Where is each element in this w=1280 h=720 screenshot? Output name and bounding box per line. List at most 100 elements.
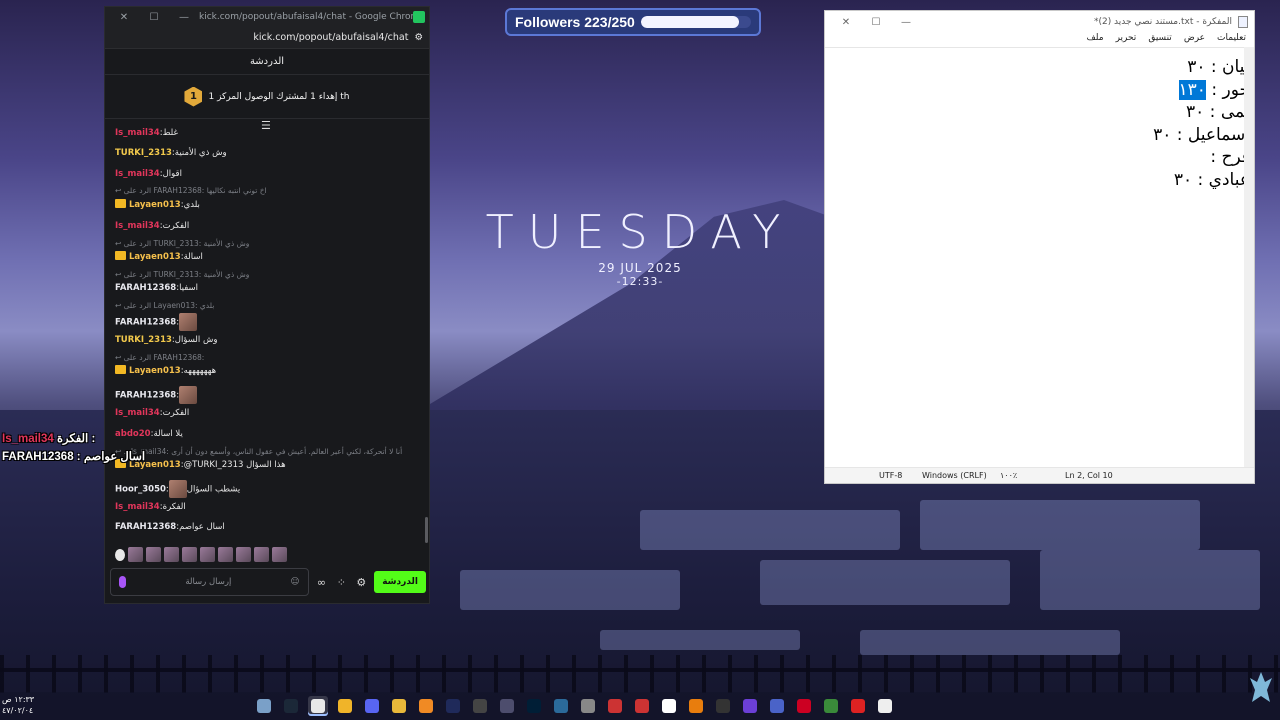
- chat-scrollbar[interactable]: [425, 517, 428, 543]
- chat-username[interactable]: Layaen013: [129, 366, 181, 376]
- url-text: kick.com/popout/abufaisal4/chat: [253, 32, 409, 43]
- chat-message-text: اقوال: [162, 169, 182, 179]
- emote-icon: [179, 386, 198, 404]
- app4-icon[interactable]: [767, 696, 787, 716]
- steam-icon[interactable]: [281, 696, 301, 716]
- chat-username[interactable]: TURKI_2313: [115, 148, 172, 158]
- obs-icon[interactable]: [497, 696, 517, 716]
- app2-icon[interactable]: [713, 696, 733, 716]
- chat-username[interactable]: TURKI_2313: [115, 335, 172, 345]
- send-chat-button[interactable]: الدردشة: [374, 571, 426, 593]
- emote-icon[interactable]: [164, 547, 179, 562]
- chat-message-text: وش ذي الأمنية: [174, 148, 227, 158]
- emote-icon[interactable]: [218, 547, 233, 562]
- chat-username[interactable]: Layaen013: [129, 200, 181, 210]
- minimize-icon[interactable]: —: [891, 17, 921, 28]
- taskbar-clock[interactable]: ١٢:٣٣ ص ٤٧/٠٢/٠٤: [2, 694, 34, 716]
- chat-username[interactable]: FARAH12368: [115, 522, 176, 532]
- menu-item[interactable]: تعليمات: [1217, 33, 1246, 47]
- minimize-icon[interactable]: —: [169, 12, 199, 23]
- microphone-icon[interactable]: [119, 576, 126, 588]
- emote-icon[interactable]: [200, 547, 215, 562]
- app8-icon[interactable]: [875, 696, 895, 716]
- settings-gear-icon[interactable]: ⚙: [354, 576, 368, 589]
- close-icon[interactable]: ✕: [831, 17, 861, 28]
- unity-icon[interactable]: [470, 696, 490, 716]
- app6-icon[interactable]: [821, 696, 841, 716]
- tool-icon[interactable]: [578, 696, 598, 716]
- emote-icon[interactable]: [182, 547, 197, 562]
- chat-username[interactable]: Hoor_3050: [115, 485, 166, 495]
- app4-icon-glyph: [770, 699, 784, 713]
- ps-icon[interactable]: [524, 696, 544, 716]
- file-icon-glyph: [257, 699, 271, 713]
- notepad-text-area[interactable]: ليان : ٣٠ حور : ١٣٠ لمى : ٣٠ اسماعيل : ٣٠ فر…: [825, 47, 1254, 467]
- encoding: UTF-8: [879, 471, 903, 480]
- followers-progress-bar: [640, 16, 751, 28]
- chat-message: Is_mail34:الفكرة: [115, 501, 186, 513]
- emoji-icon[interactable]: ☺: [291, 577, 300, 587]
- file-icon[interactable]: [254, 696, 274, 716]
- emote-icon[interactable]: [254, 547, 269, 562]
- chat-username[interactable]: Layaen013: [129, 252, 181, 262]
- emote-icon[interactable]: [146, 547, 161, 562]
- chat-username[interactable]: Is_mail34: [115, 502, 160, 512]
- maximize-icon[interactable]: ☐: [861, 17, 891, 28]
- chat-message: Layaen013:اسالة: [115, 251, 203, 263]
- chat-username[interactable]: FARAH12368: [115, 318, 176, 328]
- notepad-line: اسماعيل : ٣٠: [1153, 124, 1250, 145]
- vlc-icon[interactable]: [416, 696, 436, 716]
- chat-message: FARAH12368:اسفيا: [115, 282, 198, 294]
- chrome-icon[interactable]: [308, 696, 328, 716]
- menu-item[interactable]: ملف: [1086, 33, 1103, 47]
- notepad-line: لمى : ٣٠: [1186, 102, 1250, 122]
- chat-icon-glyph: [338, 699, 352, 713]
- chat-icon[interactable]: [335, 696, 355, 716]
- emote-icon[interactable]: [236, 547, 251, 562]
- crown-badge-icon: [115, 199, 126, 208]
- dots-icon[interactable]: ⁘: [334, 576, 348, 589]
- game-icon[interactable]: [605, 696, 625, 716]
- app5-icon[interactable]: [794, 696, 814, 716]
- maximize-icon[interactable]: ☐: [139, 12, 169, 23]
- chat-message: FARAH12368:اسال عواصم: [115, 521, 225, 533]
- chat-message: Is_mail34:اقوال: [115, 168, 182, 180]
- emote-icon[interactable]: [128, 547, 143, 562]
- address-bar[interactable]: kick.com/popout/abufaisal4/chat ⚙: [105, 27, 429, 49]
- notepad-icon: [1238, 16, 1248, 28]
- folder-icon[interactable]: [389, 696, 409, 716]
- chat-username[interactable]: Is_mail34: [115, 221, 160, 231]
- close-icon[interactable]: ✕: [109, 12, 139, 23]
- emote-icon[interactable]: [272, 547, 287, 562]
- menu-item[interactable]: تنسيق: [1148, 33, 1171, 47]
- pinned-text: إهداء 1 لمشترك الوصول المركز 1 th: [208, 91, 350, 102]
- collapse-pinned-icon[interactable]: ☰: [261, 119, 271, 132]
- chat-username[interactable]: FARAH12368: [115, 391, 176, 401]
- ae-icon[interactable]: [443, 696, 463, 716]
- tray-logo-icon[interactable]: [1248, 668, 1274, 708]
- chat-username[interactable]: Is_mail34: [115, 408, 160, 418]
- chat-message-text: اسالة: [183, 252, 203, 262]
- followers-progress-fill: [640, 16, 740, 28]
- app7-icon[interactable]: [848, 696, 868, 716]
- notion-icon[interactable]: [659, 696, 679, 716]
- menu-item[interactable]: تحرير: [1116, 33, 1137, 47]
- app-icon[interactable]: [551, 696, 571, 716]
- chat-username[interactable]: Is_mail34: [115, 169, 160, 179]
- chat-username[interactable]: FARAH12368: [115, 283, 176, 293]
- emote-icon[interactable]: [115, 549, 125, 561]
- site-settings-icon[interactable]: ⚙: [414, 32, 423, 43]
- chat-input[interactable]: إرسال رسالة ☺: [110, 568, 309, 596]
- app3-icon[interactable]: [740, 696, 760, 716]
- blender-icon[interactable]: [686, 696, 706, 716]
- date-label: 29 JUL 2025: [598, 261, 682, 275]
- infinity-icon[interactable]: ∞: [315, 576, 329, 589]
- game2-icon[interactable]: [632, 696, 652, 716]
- chat-overlay: Is_mail34 الفكرة : FARAH12368 : اسال عوا…: [2, 430, 145, 466]
- menu-item[interactable]: عرض: [1184, 33, 1205, 47]
- chat-username[interactable]: Is_mail34: [115, 128, 160, 138]
- chat-message: Is_mail34:الفكرت: [115, 220, 189, 232]
- discord-icon[interactable]: [362, 696, 382, 716]
- notepad-scrollbar[interactable]: [1244, 47, 1254, 467]
- tool-icon-glyph: [581, 699, 595, 713]
